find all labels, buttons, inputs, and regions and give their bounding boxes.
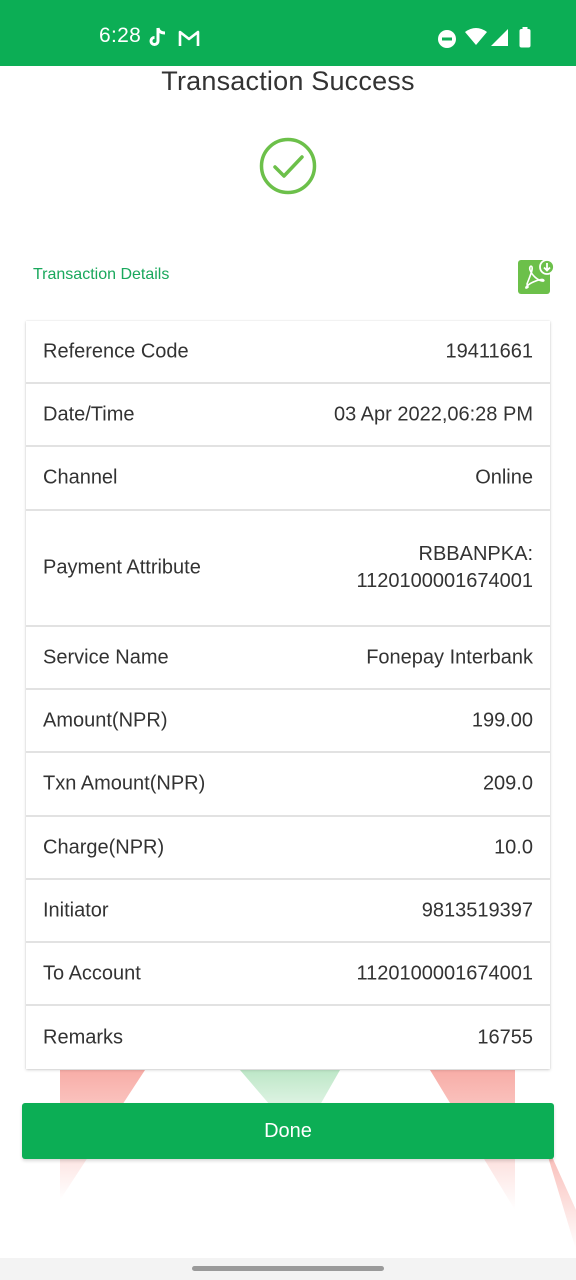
transaction-details-card: Reference Code 19411661 Date/Time 03 Apr…	[26, 321, 550, 1069]
gmail-icon	[178, 30, 200, 46]
detail-label: Initiator	[43, 899, 109, 921]
detail-value: 03 Apr 2022,06:28 PM	[333, 403, 533, 425]
detail-label: Remarks	[43, 1026, 124, 1048]
detail-row-payment-attribute: Payment Attribute RBBANPKA: 112010000167…	[26, 511, 550, 627]
page-title: Transaction Success	[161, 66, 415, 96]
detail-row-txn-amount: Txn Amount(NPR) 209.0	[26, 753, 550, 817]
detail-value: 209.0	[482, 772, 533, 795]
detail-label: Amount(NPR)	[43, 709, 168, 731]
detail-value: Fonepay Interbank	[366, 646, 533, 668]
do-not-disturb-icon	[438, 30, 456, 48]
detail-value: Online	[475, 466, 533, 489]
detail-value: 16755	[477, 1026, 533, 1048]
wifi-icon	[465, 28, 487, 45]
pdf-download-icon[interactable]	[518, 258, 554, 294]
detail-value: 19411661	[445, 340, 534, 362]
detail-value: RBBANPKA: 1120100001674001	[357, 541, 533, 595]
detail-label: Channel	[43, 466, 118, 489]
home-indicator[interactable]	[192, 1266, 384, 1271]
detail-label: Reference Code	[43, 340, 189, 362]
detail-value: 10.0	[494, 836, 533, 858]
detail-row-date-time: Date/Time 03 Apr 2022,06:28 PM	[26, 384, 550, 447]
transaction-details-label: Transaction Details	[33, 266, 170, 283]
detail-label: Charge(NPR)	[43, 836, 165, 858]
detail-label: To Account	[43, 962, 141, 984]
check-circle-icon	[259, 137, 317, 195]
detail-row-service-name: Service Name Fonepay Interbank	[26, 627, 550, 690]
detail-row-remarks: Remarks 16755	[26, 1006, 550, 1069]
detail-value: 1120100001674001	[356, 962, 533, 984]
detail-value: 199.00	[471, 709, 533, 731]
detail-value-line: RBBANPKA:	[418, 543, 533, 565]
battery-icon	[519, 27, 531, 48]
detail-row-reference-code: Reference Code 19411661	[26, 321, 550, 384]
detail-row-amount: Amount(NPR) 199.00	[26, 690, 550, 753]
detail-value: 9813519397	[421, 899, 533, 921]
status-bar: 6:28	[0, 0, 576, 66]
detail-row-channel: Channel Online	[26, 447, 550, 511]
status-time: 6:28	[99, 24, 142, 47]
detail-value-line: 1120100001674001	[356, 570, 533, 592]
signal-icon	[491, 29, 508, 46]
detail-label: Date/Time	[43, 403, 135, 425]
done-button[interactable]: Done	[22, 1103, 554, 1159]
tiktok-icon	[149, 27, 166, 46]
detail-row-to-account: To Account 1120100001674001	[26, 943, 550, 1006]
detail-label: Txn Amount(NPR)	[43, 772, 206, 795]
detail-row-initiator: Initiator 9813519397	[26, 880, 550, 943]
detail-label: Service Name	[43, 646, 169, 668]
detail-label: Payment Attribute	[43, 556, 201, 579]
detail-row-charge: Charge(NPR) 10.0	[26, 817, 550, 880]
